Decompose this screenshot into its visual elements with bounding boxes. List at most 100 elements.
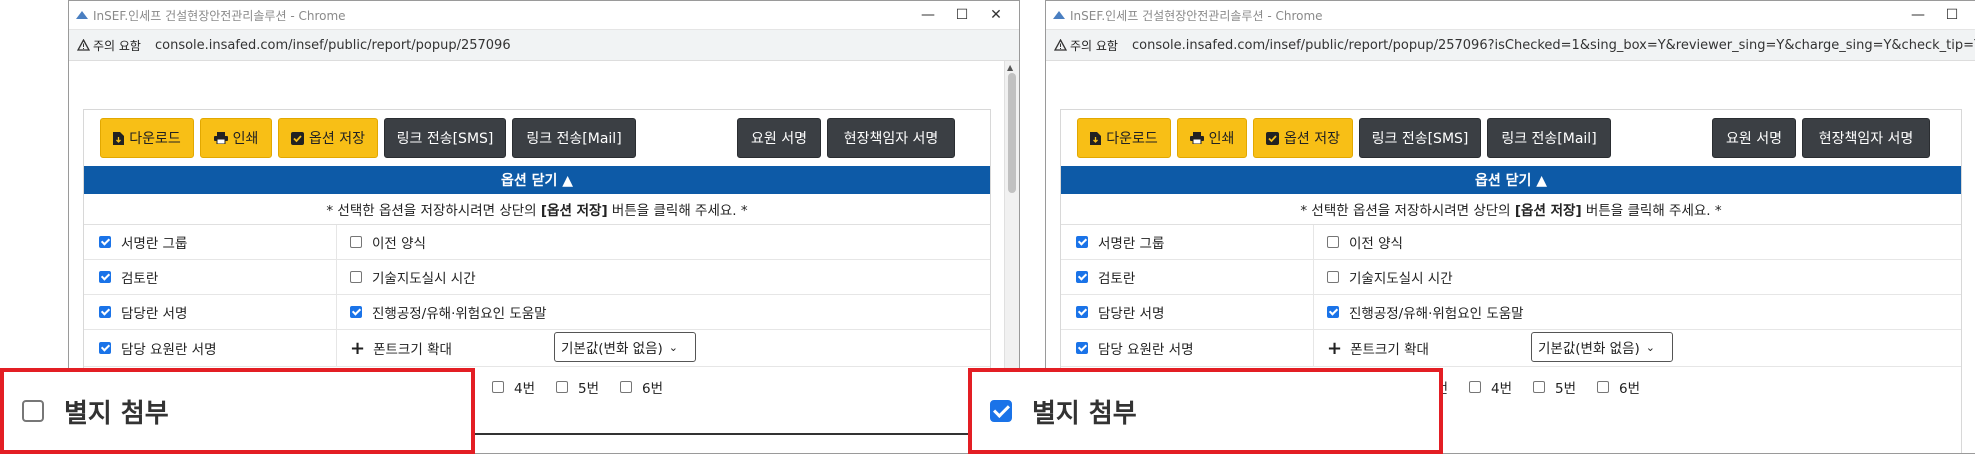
save-options-button[interactable]: 옵션 저장 [278,118,378,158]
option-review[interactable]: 검토란 [1061,260,1314,294]
num-label: 4번 [514,381,536,397]
option-num-5[interactable]: 5번 [1533,377,1576,397]
chevron-down-icon: ⌄ [668,340,678,354]
security-warning[interactable]: 주의 요함 [77,37,141,54]
url-text[interactable]: console.insafed.com/insef/public/report/… [1132,38,1975,53]
warning-icon [1054,39,1067,51]
send-sms-label: 링크 전송[SMS] [1371,131,1469,147]
send-sms-button[interactable]: 링크 전송[SMS] [1359,118,1481,158]
notice-suffix: 버튼을 클릭해 주세요. * [611,203,748,219]
warning-icon [77,39,90,51]
option-num-5[interactable]: 5번 [556,377,599,397]
checkbox-unchecked-icon[interactable] [1469,381,1481,393]
option-tech-guidance-time[interactable]: 기술지도실시 시간 [337,260,990,294]
checkbox-unchecked-icon[interactable] [1533,381,1545,393]
maximize-icon[interactable]: ☐ [945,5,979,25]
checkbox-checked-icon[interactable] [1076,271,1088,283]
font-size-select[interactable]: 기본값(변화 없음) ⌄ [1531,332,1673,362]
checkbox-unchecked-icon[interactable] [620,381,632,393]
download-button[interactable]: 다운로드 [1077,118,1171,158]
checkbox-checked-icon[interactable] [99,236,111,248]
checkbox-checked-icon[interactable] [1327,306,1339,318]
maximize-icon[interactable]: ☐ [1935,5,1969,25]
checkbox-checked-icon[interactable] [990,400,1012,422]
print-button[interactable]: 인쇄 [1177,118,1247,158]
option-review[interactable]: 검토란 [84,260,337,294]
checkbox-checked-icon[interactable] [1076,342,1088,354]
options-close-bar[interactable]: 옵션 닫기 ▲ [1061,166,1961,194]
option-charge-sign[interactable]: 담당란 서명 [1061,295,1314,329]
security-warning[interactable]: 주의 요함 [1054,37,1118,54]
option-tech-guidance-time[interactable]: 기술지도실시 시간 [1314,260,1961,294]
download-button[interactable]: 다운로드 [100,118,194,158]
check-square-icon [1266,131,1279,145]
checkbox-checked-icon[interactable] [99,342,111,354]
callout-attachment-unchecked: 별지 첨부 [0,368,475,454]
staff-sign-button[interactable]: 요원 서명 [1712,118,1796,158]
minimize-icon[interactable]: — [911,5,945,25]
option-agent-sign[interactable]: 담당 요원란 서명 [84,330,337,366]
send-sms-button[interactable]: 링크 전송[SMS] [384,118,506,158]
divider-line [470,433,970,435]
site-manager-sign-button[interactable]: 현장책임자 서명 [827,118,955,158]
notice-prefix: * 선택한 옵션을 저장하시려면 상단의 [326,203,537,219]
notice-suffix: 버튼을 클릭해 주세요. * [1585,203,1722,219]
address-bar[interactable]: 주의 요함 console.insafed.com/insef/public/r… [1046,29,1975,61]
checkbox-unchecked-icon[interactable] [492,381,504,393]
option-agent-sign[interactable]: 담당 요원란 서명 [1061,330,1314,366]
staff-sign-button[interactable]: 요원 서명 [737,118,821,158]
option-process-help[interactable]: 진행공정/유해·위험요인 도움말 [1314,295,1961,329]
option-previous-format[interactable]: 이전 양식 [1314,225,1961,259]
checkbox-checked-icon[interactable] [1076,236,1088,248]
send-sms-label: 링크 전송[SMS] [396,131,494,147]
scroll-up-icon[interactable]: ▲ [1007,63,1013,72]
checkbox-unchecked-icon[interactable] [350,271,362,283]
checkbox-checked-icon[interactable] [350,306,362,318]
send-mail-button[interactable]: 링크 전송[Mail] [512,118,636,158]
checkbox-unchecked-icon[interactable] [22,400,44,422]
callout-label: 별지 첨부 [64,398,169,429]
checkbox-unchecked-icon[interactable] [1327,271,1339,283]
option-num-6[interactable]: 6번 [620,377,663,397]
option-signature-group[interactable]: 서명란 그룹 [1061,225,1314,259]
send-mail-label: 링크 전송[Mail] [1501,131,1597,147]
close-icon[interactable]: ✕ [979,5,1013,25]
scrollbar-thumb[interactable] [1008,73,1016,193]
print-button[interactable]: 인쇄 [200,118,272,158]
option-label: 검토란 [121,271,159,287]
option-num-4[interactable]: 4번 [492,377,535,397]
site-manager-sign-button[interactable]: 현장책임자 서명 [1802,118,1930,158]
url-text[interactable]: console.insafed.com/insef/public/report/… [155,38,511,53]
option-label: 이전 양식 [372,236,426,252]
site-manager-sign-label: 현장책임자 서명 [843,131,939,147]
download-label: 다운로드 [1106,131,1158,147]
checkbox-unchecked-icon[interactable] [350,236,362,248]
num-label: 4번 [1491,381,1513,397]
option-label: 기술지도실시 시간 [372,271,476,287]
checkbox-unchecked-icon[interactable] [1597,381,1609,393]
save-options-button[interactable]: 옵션 저장 [1253,118,1353,158]
option-charge-sign[interactable]: 담당란 서명 [84,295,337,329]
checkbox-unchecked-icon[interactable] [1327,236,1339,248]
checkbox-unchecked-icon[interactable] [556,381,568,393]
option-previous-format[interactable]: 이전 양식 [337,225,990,259]
checkbox-checked-icon[interactable] [1076,306,1088,318]
checkbox-checked-icon[interactable] [99,306,111,318]
checkbox-checked-icon[interactable] [99,271,111,283]
title-bar: InSEF.인세프 건설현장안전관리솔루션 - Chrome — ☐ [1046,1,1975,29]
option-label: 진행공정/유해·위험요인 도움말 [1349,306,1524,322]
options-close-bar[interactable]: 옵션 닫기 ▲ [84,166,990,194]
option-num-6[interactable]: 6번 [1597,377,1640,397]
send-mail-button[interactable]: 링크 전송[Mail] [1487,118,1611,158]
option-signature-group[interactable]: 서명란 그룹 [84,225,337,259]
option-process-help[interactable]: 진행공정/유해·위험요인 도움말 [337,295,990,329]
num-label: 6번 [642,381,664,397]
notice-bold: [옵션 저장] [1514,203,1582,219]
option-label: 서명란 그룹 [1098,236,1165,252]
download-label: 다운로드 [129,131,181,147]
option-num-4[interactable]: 4번 [1469,377,1512,397]
font-size-select[interactable]: 기본값(변화 없음) ⌄ [554,332,696,362]
minimize-icon[interactable]: — [1901,5,1935,25]
address-bar[interactable]: 주의 요함 console.insafed.com/insef/public/r… [69,29,1019,61]
option-label: 이전 양식 [1349,236,1403,252]
